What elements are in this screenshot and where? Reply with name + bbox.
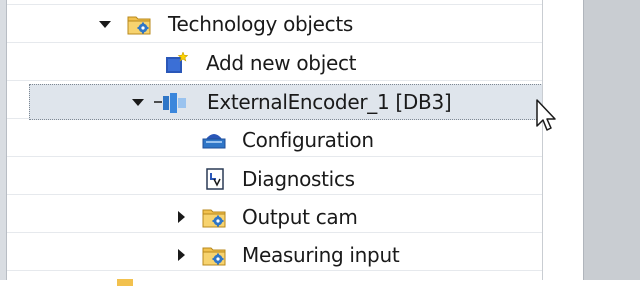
tree-item-output-cam[interactable]: Output cam [7,198,542,236]
folder-gear-icon [202,244,226,266]
diagnostics-icon [204,168,228,190]
project-tree: Technology objects Add new object Extern… [7,0,589,286]
tree-item-external-encoder[interactable]: ExternalEncoder_1 [DB3] [29,84,589,120]
tree-item-label: Add new object [206,51,357,75]
tree-item-diagnostics[interactable]: Diagnostics [7,160,542,198]
tree-item-label: Configuration [242,128,374,152]
left-panel-edge [0,0,7,280]
tree-side-column [543,0,583,280]
encoder-icon [154,91,188,113]
tree-item-label: Output cam [242,205,358,229]
expand-arrow-icon[interactable] [132,99,144,106]
tree-item-label: ExternalEncoder_1 [DB3] [207,90,452,114]
partial-folder-icon [117,273,133,286]
tree-item-configuration[interactable]: Configuration [7,121,542,159]
tree-item-label: Technology objects [168,12,354,36]
folder-gear-icon [127,13,151,35]
tree-item-add-new-object[interactable]: Add new object [7,44,542,82]
mouse-pointer-icon [534,98,562,134]
configuration-icon [202,129,226,151]
tree-item-measuring-input[interactable]: Measuring input [7,236,542,274]
folder-gear-icon [202,206,226,228]
collapse-arrow-icon[interactable] [178,249,185,261]
right-panel-edge [583,0,640,280]
expand-arrow-icon[interactable] [99,21,111,28]
add-object-icon [164,51,189,74]
collapse-arrow-icon[interactable] [178,211,185,223]
tree-item-label: Measuring input [242,243,400,267]
tree-item-technology-objects[interactable]: Technology objects [7,5,542,43]
tree-item-label: Diagnostics [242,167,355,191]
